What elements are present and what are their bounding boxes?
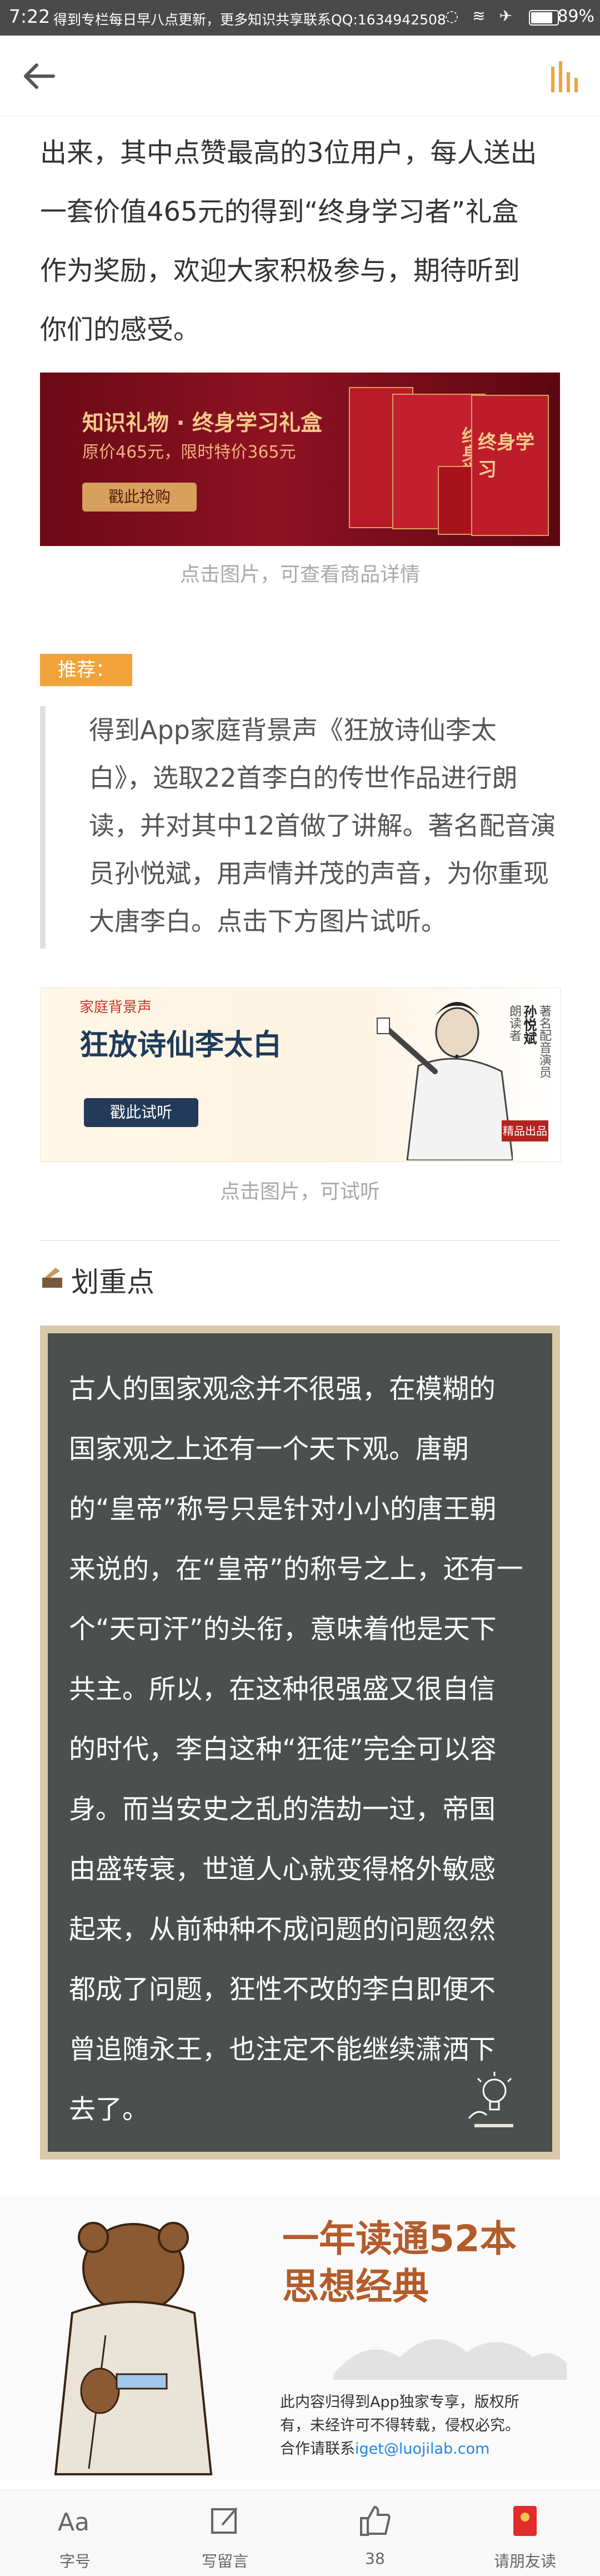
svg-text:Aa: Aa xyxy=(58,2508,89,2537)
notebook-icon xyxy=(42,1268,62,1288)
gift-banner-title: 知识礼物 · 终身学习礼盒 xyxy=(82,411,322,436)
highlight-section-title: 划重点 xyxy=(71,1266,154,1298)
key-point-line: 国家观之上还有一个天下观。唐朝 xyxy=(69,1433,469,1465)
recommend-line: 读，并对其中12首做了讲解。著名配音演 xyxy=(89,811,556,841)
gift-banner-price: 原价465元，限时特价365元 xyxy=(82,443,296,462)
battery-icon xyxy=(529,10,559,26)
recommend-line: 大唐李白。点击下方图片试听。 xyxy=(89,906,447,936)
footer-title-line: 思想经典 xyxy=(282,2265,429,2308)
key-point-line: 都成了问题，狂性不改的李白即便不 xyxy=(69,1974,496,2005)
key-point-line: 共主。所以，在这种很强盛又很自信 xyxy=(69,1674,496,1705)
key-point-line: 起来，从前种种不成问题的问题忽然 xyxy=(69,1914,496,1945)
intro-line: 一套价值465元的得到“终身学习者”礼盒 xyxy=(40,196,519,227)
intro-line: 作为奖励，欢迎大家积极参与，期待听到 xyxy=(40,255,521,286)
red-envelope-icon xyxy=(513,2506,537,2536)
recommend-line: 白》，选取22首李白的传世作品进行朗 xyxy=(89,763,518,793)
recommend-paragraph: 得到App家庭背景声《狂放诗仙李太 白》，选取22首李白的传世作品进行朗 读，并… xyxy=(89,706,561,945)
font-size-button[interactable]: Aa 字号 xyxy=(0,2490,150,2576)
font-size-icon: Aa xyxy=(58,2508,89,2537)
arrow-left-icon[interactable] xyxy=(20,57,59,96)
footer-promo-title: 一年读通52本 思想经典 xyxy=(282,2215,517,2311)
footer-promo: 一年读通52本 思想经典 此内容归得到App独家专享，版权所 有，未经许可不得转… xyxy=(0,2196,600,2480)
li-bai-illustration xyxy=(377,1002,513,1160)
gift-box-image: 终身学习 xyxy=(471,395,549,536)
copyright-line: 有，未经许可不得转载，侵权必究。 xyxy=(280,2417,520,2434)
intro-line: 你们的感受。 xyxy=(40,314,201,345)
edit-icon xyxy=(211,2507,238,2534)
key-point-line: 的时代，李白这种“狂徒”完全可以容 xyxy=(69,1734,497,1765)
copyright-notice: 此内容归得到App独家专享，版权所 有，未经许可不得转载，侵权必究。 合作请联系… xyxy=(280,2391,558,2461)
thumbs-up-icon xyxy=(360,2505,391,2536)
invite-friend-button[interactable]: 请朋友读 xyxy=(450,2490,600,2576)
top-nav-bar xyxy=(0,36,600,116)
key-point-chalkboard: 古人的国家观念并不很强，在模糊的 国家观之上还有一个天下观。唐朝 的“皇帝”称号… xyxy=(40,1326,560,2160)
quality-stamp: 精品出品 xyxy=(502,1120,548,1141)
key-point-line: 的“皇帝”称号只是针对小小的唐王朝 xyxy=(69,1493,497,1525)
contact-email-link[interactable]: iget@luojilab.com xyxy=(355,2440,489,2458)
intro-paragraph: 出来，其中点赞最高的3位用户，每人送出 一套价值465元的得到“终身学习者”礼盒… xyxy=(40,123,560,359)
status-time: 7:22 xyxy=(9,6,51,27)
footer-title-line: 一年读通52本 xyxy=(282,2217,517,2260)
key-point-line: 身。而当安史之乱的浩劫一过，帝国 xyxy=(69,1794,496,1825)
status-notice: 得到专栏每日早八点更新，更多知识共享联系QQ:1634942508 xyxy=(53,12,446,28)
write-comment-button[interactable]: 写留言 xyxy=(150,2490,300,2576)
tab-label: 请朋友读 xyxy=(493,2552,556,2570)
gift-banner-caption: 点击图片，可查看商品详情 xyxy=(179,563,420,586)
contact-line: 合作请联系iget@luojilab.com xyxy=(280,2438,558,2461)
battery-level: 89% xyxy=(557,7,594,26)
lightbulb-icon xyxy=(468,2072,513,2127)
quote-bar xyxy=(40,706,46,949)
audio-banner-brand: 家庭背景声 xyxy=(79,999,152,1016)
buy-now-button[interactable]: 戳此抢购 xyxy=(82,483,197,512)
copyright-line: 此内容归得到App独家专享，版权所 xyxy=(280,2394,519,2411)
listen-button[interactable]: 戳此试听 xyxy=(84,1098,198,1127)
gift-box-banner[interactable]: 知识礼物 · 终身学习礼盒 原价465元，限时特价365元 戳此抢购 终身学习 … xyxy=(40,373,560,546)
audio-banner-title: 狂放诗仙李太白 xyxy=(79,1029,282,1062)
status-icons: ◌ ≋ ✈ xyxy=(444,7,517,25)
recommend-line: 员孙悦斌，用声情并茂的声音，为你重现 xyxy=(89,858,549,889)
key-point-line: 来说的，在“皇帝”的称号之上，还有一 xyxy=(69,1553,523,1585)
tab-label: 写留言 xyxy=(201,2552,248,2570)
bottom-action-bar: Aa 字号 写留言 38 请朋友读 xyxy=(0,2490,600,2576)
tab-label: 字号 xyxy=(59,2552,91,2570)
section-divider xyxy=(40,1240,560,1241)
audio-preview-banner[interactable]: 家庭背景声 狂放诗仙李太白 戳此试听 孙悦斌 朗读者 著名配音演员 精品出品 xyxy=(40,987,561,1162)
key-point-line: 个“天可汗”的头衔，意味着他是天下 xyxy=(69,1614,497,1645)
audio-banner-caption: 点击图片，可试听 xyxy=(219,1180,380,1203)
recommend-tag: 推荐： xyxy=(40,654,132,686)
reader-role: 朗读者 xyxy=(507,1005,521,1041)
like-count: 38 xyxy=(365,2549,385,2568)
bear-mascot-illustration xyxy=(54,2222,213,2475)
like-button[interactable]: 38 xyxy=(300,2490,450,2576)
contact-prefix: 合作请联系 xyxy=(280,2440,355,2458)
intro-line: 出来，其中点赞最高的3位用户，每人送出 xyxy=(40,137,537,168)
key-point-text: 古人的国家观念并不很强，在模糊的 国家观之上还有一个天下观。唐朝 的“皇帝”称号… xyxy=(69,1359,541,2140)
ink-mountain-decoration xyxy=(333,2339,567,2380)
audio-bars-icon[interactable] xyxy=(547,58,586,97)
reader-desc: 著名配音演员 xyxy=(537,1005,551,1078)
status-bar: 7:22 得到专栏每日早八点更新，更多知识共享联系QQ:1634942508 ◌… xyxy=(0,0,600,36)
recommend-line: 得到App家庭背景声《狂放诗仙李太 xyxy=(89,715,497,745)
key-point-line: 古人的国家观念并不很强，在模糊的 xyxy=(69,1373,496,1404)
key-point-line: 由盛转衰，世道人心就变得格外敏感 xyxy=(69,1854,496,1885)
